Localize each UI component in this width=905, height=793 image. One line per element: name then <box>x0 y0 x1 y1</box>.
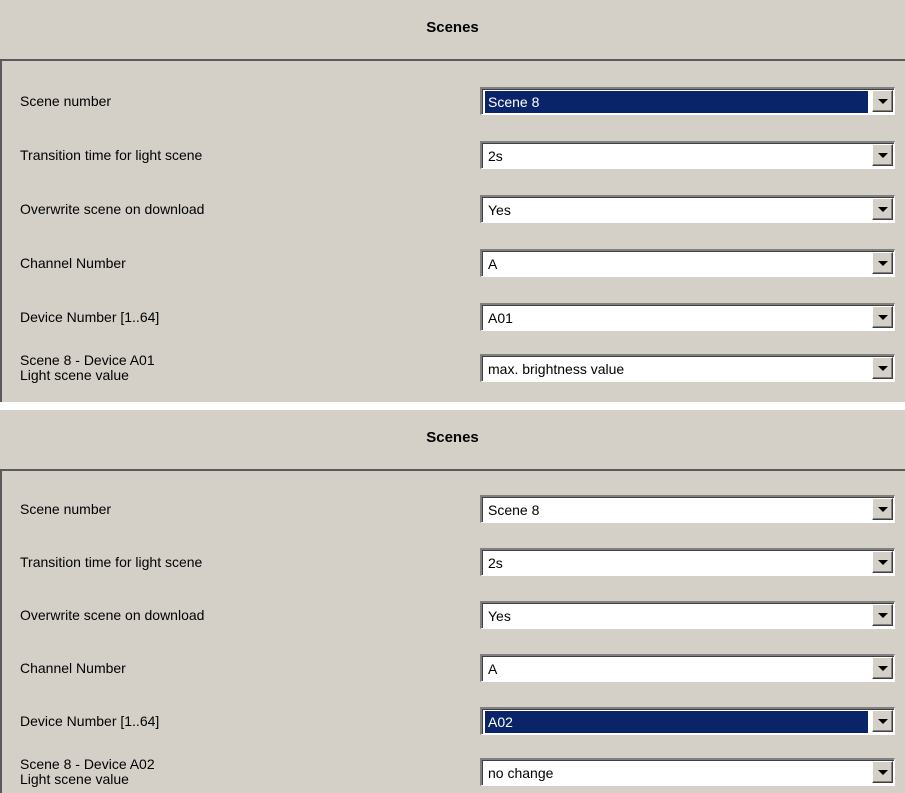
panel-body: Scene number Scene 8 Transition time for… <box>0 59 905 402</box>
scene-number-dropdown[interactable]: Scene 8 <box>480 495 895 523</box>
panel-body: Scene number Scene 8 Transition time for… <box>0 469 905 793</box>
dropdown-button[interactable] <box>872 252 893 274</box>
row-device-number: Device Number [1..64] A02 <box>2 701 905 741</box>
channel-number-dropdown[interactable]: A <box>480 249 895 277</box>
row-device-number: Device Number [1..64] A01 <box>2 297 905 337</box>
light-scene-value-value: max. brightness value <box>488 361 625 377</box>
chevron-down-icon <box>878 666 888 671</box>
dropdown-button[interactable] <box>872 144 893 166</box>
panel-title: Scenes <box>426 429 479 446</box>
row-overwrite-scene: Overwrite scene on download Yes <box>2 189 905 229</box>
scenes-panel-2: Scenes Scene number Scene 8 Transition t… <box>0 410 905 793</box>
dropdown-button[interactable] <box>872 198 893 220</box>
panel-title: Scenes <box>426 19 479 36</box>
device-number-value: A01 <box>488 310 513 326</box>
channel-number-dropdown[interactable]: A <box>480 654 895 682</box>
transition-time-dropdown[interactable]: 2s <box>480 141 895 169</box>
channel-number-value: A <box>488 661 498 677</box>
light-scene-value-dropdown[interactable]: no change <box>480 758 895 786</box>
row-light-scene-value: Scene 8 - Device A01 Light scene value m… <box>2 348 905 388</box>
dropdown-button[interactable] <box>872 761 893 783</box>
chevron-down-icon <box>878 315 888 320</box>
scenes-panel-1: Scenes Scene number Scene 8 Transition t… <box>0 0 905 402</box>
row-channel-number: Channel Number A <box>2 243 905 283</box>
overwrite-scene-label: Overwrite scene on download <box>20 200 205 217</box>
channel-number-value: A <box>488 256 498 272</box>
chevron-down-icon <box>878 507 888 512</box>
chevron-down-icon <box>878 366 888 371</box>
dropdown-button[interactable] <box>872 306 893 328</box>
dropdown-button[interactable] <box>872 498 893 520</box>
row-light-scene-value: Scene 8 - Device A02 Light scene value n… <box>2 752 905 792</box>
scene-number-value: Scene 8 <box>488 502 540 518</box>
overwrite-scene-dropdown[interactable]: Yes <box>480 601 895 629</box>
row-overwrite-scene: Overwrite scene on download Yes <box>2 595 905 635</box>
dropdown-button[interactable] <box>872 657 893 679</box>
light-scene-value-dropdown[interactable]: max. brightness value <box>480 354 895 382</box>
light-scene-value-value: no change <box>488 765 554 781</box>
chevron-down-icon <box>878 560 888 565</box>
transition-time-label: Transition time for light scene <box>20 553 203 570</box>
chevron-down-icon <box>878 770 888 775</box>
chevron-down-icon <box>878 207 888 212</box>
chevron-down-icon <box>878 613 888 618</box>
scene-number-label: Scene number <box>20 92 112 109</box>
chevron-down-icon <box>878 153 888 158</box>
dropdown-button[interactable] <box>872 90 893 112</box>
overwrite-scene-dropdown[interactable]: Yes <box>480 195 895 223</box>
chevron-down-icon <box>878 719 888 724</box>
transition-time-value: 2s <box>488 148 503 164</box>
channel-number-label: Channel Number <box>20 659 126 676</box>
scene-number-value: Scene 8 <box>485 91 868 113</box>
light-scene-value-label: Scene 8 - Device A01 Light scene value <box>20 352 155 383</box>
device-number-label: Device Number [1..64] <box>20 308 160 325</box>
transition-time-value: 2s <box>488 555 503 571</box>
device-number-value: A02 <box>485 711 868 733</box>
dropdown-button[interactable] <box>872 357 893 379</box>
device-number-label: Device Number [1..64] <box>20 712 160 729</box>
row-transition-time: Transition time for light scene 2s <box>2 542 905 582</box>
device-number-dropdown[interactable]: A02 <box>480 707 895 735</box>
overwrite-scene-value: Yes <box>488 202 511 218</box>
overwrite-scene-label: Overwrite scene on download <box>20 606 205 623</box>
transition-time-dropdown[interactable]: 2s <box>480 548 895 576</box>
dropdown-button[interactable] <box>872 551 893 573</box>
overwrite-scene-value: Yes <box>488 608 511 624</box>
dropdown-button[interactable] <box>872 710 893 732</box>
chevron-down-icon <box>878 99 888 104</box>
row-scene-number: Scene number Scene 8 <box>2 81 905 121</box>
row-channel-number: Channel Number A <box>2 648 905 688</box>
chevron-down-icon <box>878 261 888 266</box>
row-scene-number: Scene number Scene 8 <box>2 489 905 529</box>
scene-number-label: Scene number <box>20 500 112 517</box>
dropdown-button[interactable] <box>872 604 893 626</box>
row-transition-time: Transition time for light scene 2s <box>2 135 905 175</box>
channel-number-label: Channel Number <box>20 254 126 271</box>
light-scene-value-label: Scene 8 - Device A02 Light scene value <box>20 756 155 787</box>
transition-time-label: Transition time for light scene <box>20 146 203 163</box>
device-number-dropdown[interactable]: A01 <box>480 303 895 331</box>
scene-number-dropdown[interactable]: Scene 8 <box>480 87 895 115</box>
